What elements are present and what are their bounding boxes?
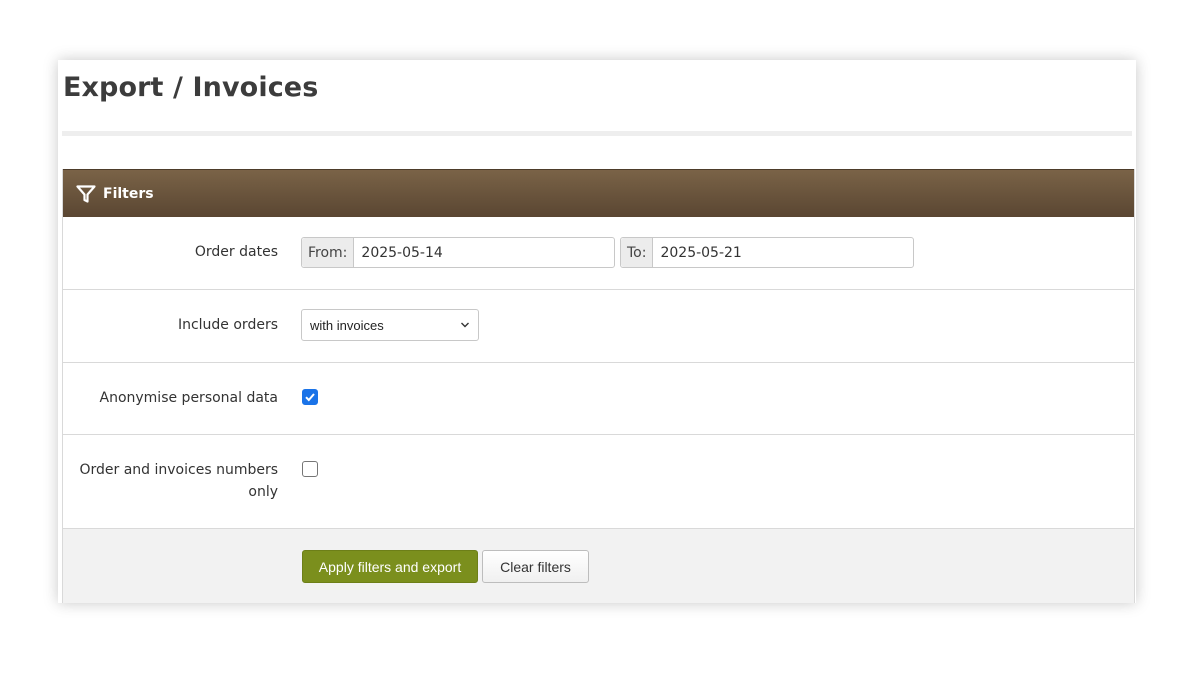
- date-to-input[interactable]: [653, 238, 913, 267]
- actions-row: Apply filters and export Clear filters: [63, 529, 1134, 603]
- filters-header: Filters: [63, 169, 1134, 217]
- date-from-input[interactable]: [354, 238, 614, 267]
- order-dates-row: Order dates From: To:: [63, 217, 1134, 290]
- include-orders-selected: with invoices: [310, 317, 384, 333]
- date-from-prefix: From:: [302, 238, 355, 267]
- export-invoices-page: Export / Invoices Filters Order dates Fr…: [58, 60, 1136, 603]
- date-to-group: To:: [620, 237, 914, 268]
- include-orders-label: Include orders: [177, 317, 278, 333]
- date-to-prefix: To:: [621, 238, 654, 267]
- apply-filters-export-button[interactable]: Apply filters and export: [302, 550, 478, 583]
- include-orders-row: Include orders with invoices: [63, 290, 1134, 363]
- numbers-only-row: Order and invoices numbers only: [63, 435, 1134, 529]
- numbers-only-label-line1: Order and invoices numbers: [79, 462, 278, 478]
- date-from-group: From:: [301, 237, 615, 268]
- filters-panel: Filters Order dates From: To: Include or…: [62, 169, 1135, 603]
- anonymise-checkbox[interactable]: [302, 389, 318, 405]
- funnel-icon: [76, 184, 96, 204]
- order-dates-label: Order dates: [194, 244, 278, 260]
- chevron-down-icon: [461, 322, 469, 328]
- anonymise-row: Anonymise personal data: [63, 363, 1134, 435]
- include-orders-select[interactable]: with invoices: [301, 309, 479, 341]
- dotted-divider: [62, 131, 1132, 136]
- numbers-only-label-line2: only: [248, 484, 278, 500]
- filters-title: Filters: [103, 185, 154, 202]
- anonymise-label: Anonymise personal data: [99, 390, 279, 406]
- numbers-only-label: Order and invoices numbers only: [63, 459, 278, 503]
- checkmark-icon: [305, 393, 315, 402]
- numbers-only-checkbox[interactable]: [302, 461, 318, 477]
- clear-filters-button[interactable]: Clear filters: [482, 550, 589, 583]
- page-title: Export / Invoices: [63, 72, 319, 103]
